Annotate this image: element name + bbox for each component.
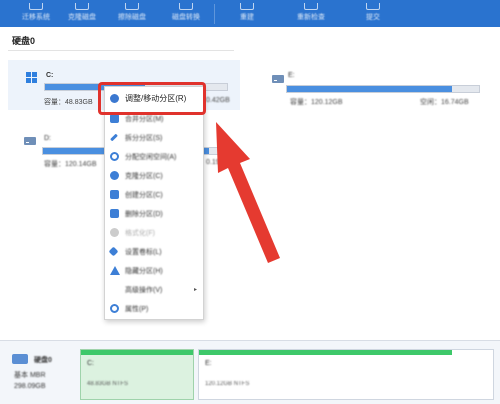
divider: [8, 50, 234, 51]
partition-c-capacity: 容量：48.83GB: [44, 99, 93, 106]
menu-item-format: 格式化(F): [105, 224, 203, 241]
delete-icon: [110, 209, 119, 218]
drive-icon: [24, 136, 37, 147]
menu-item-hide[interactable]: 隐藏分区(H): [105, 262, 203, 279]
label-icon: [108, 246, 119, 257]
toolbar-clone-button[interactable]: 克隆磁盘: [58, 0, 106, 27]
toolbar-rebuild-button[interactable]: 重建: [215, 0, 279, 27]
partition-c-name: C:: [46, 72, 54, 79]
partition-e-usage-bar: [286, 85, 480, 93]
toolbar: 迁移系统 克隆磁盘 擦除磁盘 磁盘转换 重建 重新检查 提交: [0, 0, 500, 27]
menu-item-split[interactable]: 拆分分区(S): [105, 129, 203, 146]
drive-icon: [272, 74, 285, 85]
toolbar-migrate-button[interactable]: 迁移系统: [14, 0, 58, 27]
clone-icon: [75, 3, 89, 10]
disk-map-size: 298.09GB: [14, 383, 46, 390]
menu-item-clone[interactable]: 克隆分区(C): [105, 167, 203, 184]
toolbar-wipe-button[interactable]: 擦除磁盘: [106, 0, 158, 27]
partition-e-name: E:: [288, 72, 295, 79]
rebuild-icon: [240, 3, 254, 10]
disk-map-segment-c[interactable]: C: 48.83GB NTFS: [80, 349, 194, 400]
segment-c-used-bar: [81, 350, 193, 355]
partition-e-usage-fill: [287, 86, 453, 92]
allocate-icon: [110, 152, 119, 161]
chevron-right-icon: ▸: [193, 287, 197, 293]
convert-icon: [179, 3, 193, 10]
menu-item-allocate[interactable]: 分配空闲空间(A): [105, 148, 203, 165]
disk-map-type: 基本 MBR: [14, 372, 46, 379]
windows-icon: [26, 72, 39, 83]
hide-icon: [110, 266, 120, 275]
recheck-icon: [304, 3, 318, 10]
menu-item-advanced[interactable]: 高级操作(V) ▸: [105, 281, 203, 298]
partition-e-free: 空闲：16.74GB: [420, 99, 469, 106]
menu-item-delete[interactable]: 删除分区(D): [105, 205, 203, 222]
partition-d-name: D:: [44, 135, 51, 142]
disk-icon: [12, 354, 28, 364]
disk-map-label: 硬盘0: [34, 357, 52, 364]
advanced-icon: [110, 285, 119, 294]
menu-item-set-label[interactable]: 设置卷标(L): [105, 243, 203, 260]
menu-item-create[interactable]: 创建分区(C): [105, 186, 203, 203]
create-icon: [110, 190, 119, 199]
merge-icon: [110, 114, 119, 123]
partition-d-capacity: 容量：120.14GB: [44, 161, 97, 168]
disk-map-segment-e[interactable]: E: 120.12GB NTFS: [198, 349, 494, 400]
segment-e-used-bar: [199, 350, 452, 355]
partition-e-capacity: 容量：120.12GB: [290, 99, 343, 106]
partition-c-free: 0.42GB: [206, 97, 230, 104]
wipe-icon: [125, 3, 139, 10]
context-menu: 调整/移动分区(R) 合并分区(M) 拆分分区(S) 分配空闲空间(A) 克隆分…: [104, 86, 204, 320]
disk-title: 硬盘0: [12, 36, 36, 46]
segment-c-size: 48.83GB NTFS: [87, 381, 129, 387]
properties-icon: [110, 304, 119, 313]
segment-c-name: C:: [87, 360, 94, 367]
segment-e-size: 120.12GB NTFS: [205, 381, 250, 387]
split-icon: [110, 133, 118, 142]
toolbar-convert-button[interactable]: 磁盘转换: [158, 0, 214, 27]
migrate-icon: [29, 3, 43, 10]
clone-partition-icon: [110, 171, 119, 180]
menu-item-properties[interactable]: 属性(P): [105, 300, 203, 317]
toolbar-commit-button[interactable]: 提交: [343, 0, 403, 27]
annotation-arrow: [216, 122, 280, 263]
segment-e-name: E:: [205, 360, 212, 367]
format-icon: [110, 228, 119, 237]
toolbar-recheck-button[interactable]: 重新检查: [279, 0, 343, 27]
highlight-box: [98, 82, 206, 115]
commit-icon: [366, 3, 380, 10]
